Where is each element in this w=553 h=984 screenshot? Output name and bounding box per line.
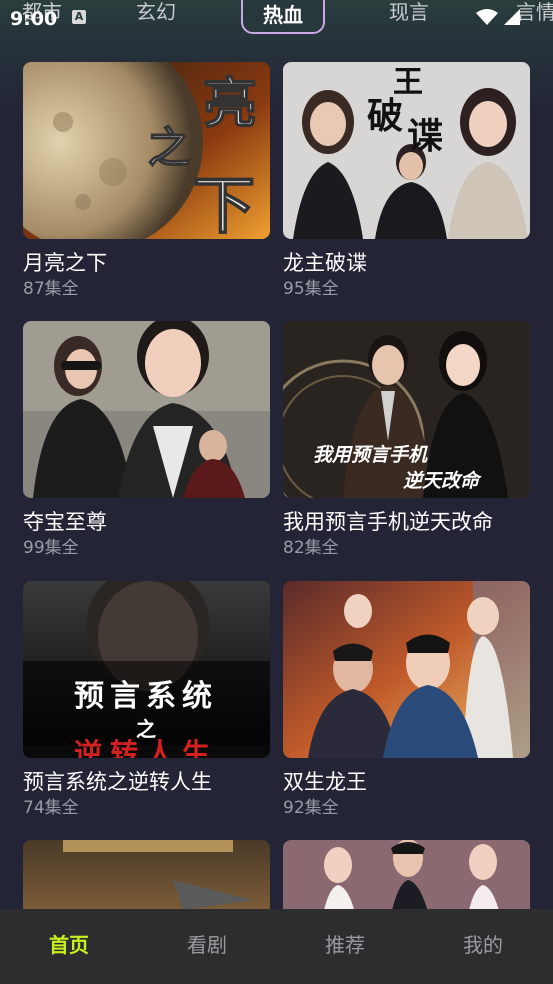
app-screen: 9:00 A 都市 玄幻 热血 现言 言情 亮 之 下 月亮之下 87集全 王 … <box>0 0 553 984</box>
nav-profile[interactable]: 我的 <box>433 929 533 958</box>
drama-episodes: 74集全 <box>23 798 79 818</box>
drama-cover[interactable]: 预言系统 之 逆转人生 <box>23 581 270 758</box>
svg-text:谍: 谍 <box>407 115 443 157</box>
drama-card[interactable]: 我用预言手机 逆天改命 我用预言手机逆天改命 82集全 <box>283 321 530 560</box>
drama-cover[interactable] <box>23 321 270 498</box>
drama-card[interactable]: 夺宝至尊 99集全 <box>23 321 270 560</box>
nav-watch[interactable]: 看剧 <box>157 929 257 958</box>
tab-rexue[interactable]: 热血 <box>241 0 325 34</box>
nav-recommend[interactable]: 推荐 <box>295 929 395 958</box>
drama-card[interactable]: 预言系统 之 逆转人生 预言系统之逆转人生 74集全 <box>23 581 270 820</box>
drama-title: 夺宝至尊 <box>23 510 107 534</box>
svg-text:破: 破 <box>367 95 403 137</box>
svg-text:预言系统: 预言系统 <box>74 679 218 714</box>
svg-text:之: 之 <box>148 123 190 172</box>
drama-episodes: 99集全 <box>23 538 79 558</box>
svg-text:逆转人生: 逆转人生 <box>74 737 218 758</box>
notification-icon: A <box>72 10 86 24</box>
drama-episodes: 87集全 <box>23 279 79 299</box>
status-time: 9:00 <box>10 8 58 30</box>
svg-text:亮: 亮 <box>203 71 257 135</box>
drama-cover[interactable]: 王 破 谍 <box>283 62 530 239</box>
drama-card[interactable]: 双生龙王 92集全 <box>283 581 530 820</box>
tab-xuanhuan[interactable]: 玄幻 <box>136 0 176 25</box>
drama-card[interactable]: 亮 之 下 月亮之下 87集全 <box>23 62 270 301</box>
svg-text:逆天改命: 逆天改命 <box>403 470 482 492</box>
svg-text:下: 下 <box>193 169 255 239</box>
drama-episodes: 92集全 <box>283 798 339 818</box>
drama-title: 预言系统之逆转人生 <box>23 770 212 794</box>
drama-title: 龙主破谍 <box>283 251 367 275</box>
drama-title: 双生龙王 <box>283 770 367 794</box>
drama-cover[interactable]: 亮 之 下 <box>23 62 270 239</box>
drama-cover[interactable]: 我用预言手机 逆天改命 <box>283 321 530 498</box>
nav-home[interactable]: 首页 <box>19 929 119 958</box>
drama-episodes: 82集全 <box>283 538 339 558</box>
svg-text:我用预言手机: 我用预言手机 <box>313 444 429 466</box>
drama-episodes: 95集全 <box>283 279 339 299</box>
drama-title: 我用预言手机逆天改命 <box>283 510 493 534</box>
drama-card[interactable]: 王 破 谍 龙主破谍 95集全 <box>283 62 530 301</box>
drama-cover[interactable] <box>283 581 530 758</box>
tab-yanqing[interactable]: 言情 <box>516 0 553 25</box>
signal-icon <box>504 9 520 25</box>
drama-title: 月亮之下 <box>23 251 107 275</box>
wifi-icon <box>476 9 498 25</box>
tab-xianyan[interactable]: 现言 <box>389 0 429 25</box>
bottom-nav: 首页 看剧 推荐 我的 <box>0 909 553 984</box>
